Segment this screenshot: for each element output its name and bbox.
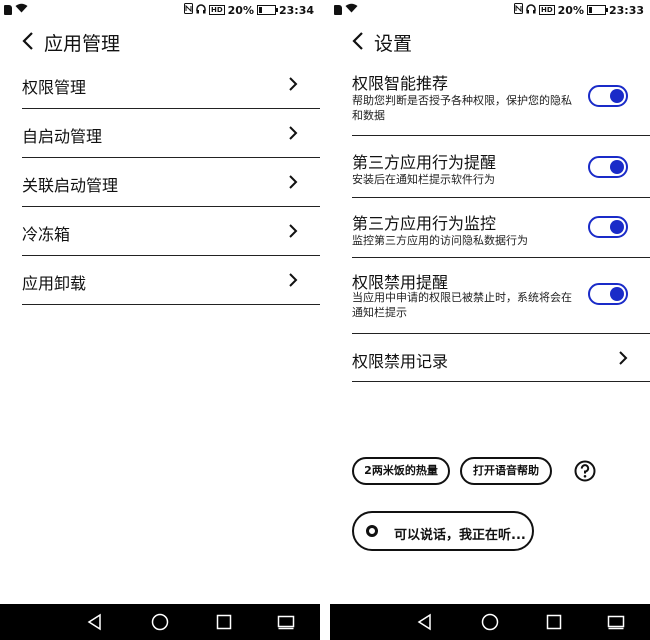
chevron-right-icon [289,77,298,91]
chevron-right-icon [619,351,628,365]
wifi-icon [345,3,358,16]
settings-screen: HD 20% 23:33 设置 权限智能推荐 帮助您判断是否授予各种权限，保护您… [330,0,650,640]
toggle-knob [610,89,624,103]
setting-third-party-behavior-reminder: 第三方应用行为提醒 安装后在通知栏提示软件行为 [352,136,650,198]
setting-title: 第三方应用行为监控 [352,214,497,233]
status-bar: HD 20% 23:33 [330,0,650,22]
chevron-right-icon [289,273,298,287]
page-title: 应用管理 [44,33,121,55]
battery-icon [256,5,278,15]
battery-fill [258,7,262,13]
nav-recent-icon[interactable] [214,612,234,632]
list-item-label: 应用卸载 [22,274,87,293]
toggle-switch[interactable] [588,85,628,107]
setting-permission-smart-recommend: 权限智能推荐 帮助您判断是否授予各种权限，保护您的隐私和数据 [352,62,650,136]
clock: 23:34 [278,3,314,17]
header: 应用管理 [0,26,320,58]
nav-recent-icon[interactable] [544,612,564,632]
list-item-label: 权限管理 [22,78,87,97]
battery-fill [588,7,592,13]
list-item-label: 关联启动管理 [22,176,119,195]
list-item-app-uninstall[interactable]: 应用卸载 [22,256,320,305]
toggle-switch[interactable] [588,283,628,305]
setting-permission-disabled-reminder: 权限禁用提醒 当应用中申请的权限已被禁止时，系统将会在通知栏提示 [352,258,650,334]
sim-icon [334,4,342,15]
setting-permission-disabled-records[interactable]: 权限禁用记录 [352,334,650,382]
listening-text: 可以说话，我正在听... [394,528,526,543]
chevron-right-icon [289,126,298,140]
page-title: 设置 [374,33,413,55]
sim-icon [4,4,12,15]
nfc-icon [183,3,193,17]
nav-notification-icon[interactable] [606,612,626,632]
hd-icon: HD [208,5,225,15]
battery-icon [586,5,608,15]
setting-description: 监控第三方应用的访问隐私数据行为 [352,234,528,247]
voice-listening-button[interactable]: 可以说话，我正在听... [352,511,534,551]
nav-back-icon[interactable] [85,612,105,632]
clock: 23:33 [608,3,644,17]
wifi-icon [15,3,28,16]
hd-icon: HD [538,5,555,15]
back-arrow-icon[interactable] [20,30,38,52]
battery-percent: 20% [557,3,584,17]
list-item-freezer[interactable]: 冷冻箱 [22,207,320,256]
toggle-knob [610,287,624,301]
header: 设置 [330,26,650,58]
toggle-knob [610,160,624,174]
list-item-permission-management[interactable]: 权限管理 [22,60,320,109]
status-bar: HD 20% 23:34 [0,0,320,22]
setting-title: 权限禁用记录 [352,352,449,371]
setting-description: 帮助您判断是否授予各种权限，保护您的隐私和数据 [352,94,572,122]
list-item-autostart-management[interactable]: 自启动管理 [22,109,320,158]
back-arrow-icon[interactable] [350,30,368,52]
list-item-associated-startup[interactable]: 关联启动管理 [22,158,320,207]
setting-title: 权限智能推荐 [352,74,449,93]
setting-description: 安装后在通知栏提示软件行为 [352,173,495,186]
list-item-label: 冷冻箱 [22,225,71,244]
settings-list: 权限管理 自启动管理 关联启动管理 冷冻箱 应用卸载 [22,60,320,305]
nav-home-icon[interactable] [480,612,500,632]
toggle-switch[interactable] [588,216,628,238]
voice-suggestion-chip[interactable]: 2两米饭的热量 [352,457,450,485]
nav-home-icon[interactable] [150,612,170,632]
screen-divider [320,0,330,640]
voice-help-chip[interactable]: 打开语音帮助 [460,457,552,485]
navigation-bar [330,604,650,640]
headset-icon [196,3,206,17]
list-item-label: 自启动管理 [22,127,103,146]
chevron-right-icon [289,175,298,189]
navigation-bar [0,604,320,640]
headset-icon [526,3,536,17]
nav-notification-icon[interactable] [276,612,296,632]
toggle-switch[interactable] [588,156,628,178]
help-icon[interactable] [574,460,596,482]
mic-indicator-icon [366,525,378,537]
nav-back-icon[interactable] [415,612,435,632]
setting-description: 当应用中申请的权限已被禁止时，系统将会在通知栏提示 [352,291,572,319]
setting-title: 第三方应用行为提醒 [352,153,497,172]
nfc-icon [513,3,523,17]
settings-list: 权限智能推荐 帮助您判断是否授予各种权限，保护您的隐私和数据 第三方应用行为提醒… [352,62,650,382]
chevron-right-icon [289,224,298,238]
setting-third-party-behavior-monitor: 第三方应用行为监控 监控第三方应用的访问隐私数据行为 [352,198,650,258]
toggle-knob [610,220,624,234]
battery-percent: 20% [227,3,254,17]
app-management-screen: HD 20% 23:34 应用管理 权限管理 自启动管理 关联启动管理 冷冻箱 [0,0,320,640]
